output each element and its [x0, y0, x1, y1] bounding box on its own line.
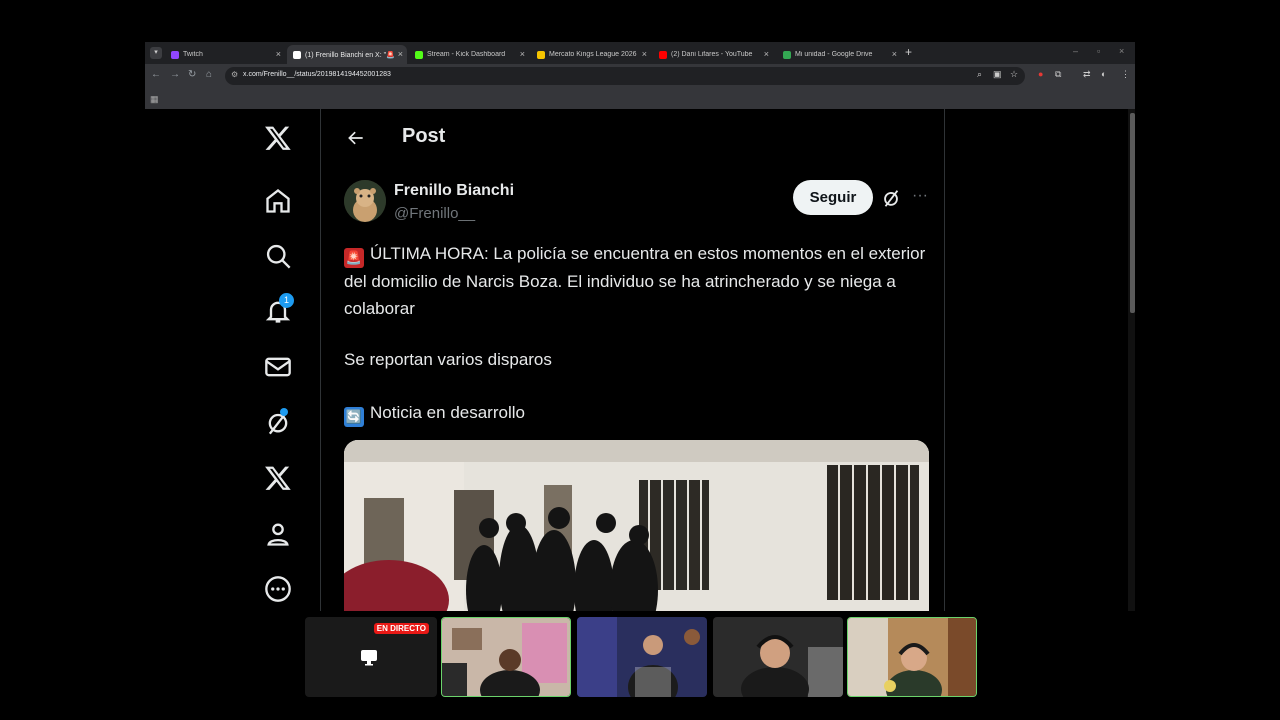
- grok-nav-icon[interactable]: [258, 402, 298, 442]
- reload-icon[interactable]: ↻: [188, 69, 196, 80]
- grok-explain-icon[interactable]: [880, 187, 902, 209]
- kick-icon: [415, 50, 423, 59]
- tab-title: Mercato Kings League 2026 | K: [549, 51, 639, 58]
- extension-red-icon[interactable]: ●: [1038, 69, 1043, 79]
- tab-youtube[interactable]: (2) Dani Lifares - YouTube ×: [653, 45, 773, 64]
- messages-envelope-icon[interactable]: [258, 347, 298, 387]
- post-text-paragraph-3: 🔄 Noticia en desarrollo: [344, 399, 934, 427]
- tab-title: Mi unidad - Google Drive: [795, 51, 873, 58]
- live-badge: EN DIRECTO: [373, 623, 429, 634]
- page-title: Post: [402, 125, 446, 147]
- more-options-icon[interactable]: [258, 569, 298, 609]
- address-bar[interactable]: ⚙ x.com/Frenillo__/status/20198141944520…: [225, 67, 1025, 85]
- menu-kebab-icon[interactable]: ⋮: [1121, 69, 1130, 80]
- tab-strip: ▾ Twitch × (1) Frenillo Bianchi en X: "🚨…: [145, 42, 1135, 64]
- grok-indicator-dot: [280, 408, 288, 416]
- tab-kings-league[interactable]: Mercato Kings League 2026 | K ×: [531, 45, 651, 64]
- refresh-emoji: 🔄: [344, 407, 364, 427]
- back-nav-icon[interactable]: ←: [151, 69, 161, 80]
- browser-toolbar: ← → ↻ ⌂ ⚙ x.com/Frenillo__/status/201981…: [145, 64, 1135, 88]
- explore-search-icon[interactable]: [258, 236, 298, 276]
- extensions-icon[interactable]: ⧉: [1055, 69, 1061, 80]
- youtube-icon: [659, 50, 667, 59]
- apps-grid-icon[interactable]: ▦: [150, 94, 159, 105]
- tab-x-post[interactable]: (1) Frenillo Bianchi en X: "🚨 Ú ×: [287, 45, 407, 64]
- live-screen-tile[interactable]: EN DIRECTO: [305, 617, 437, 697]
- tab-kick[interactable]: Stream - Kick Dashboard ×: [409, 45, 529, 64]
- google-drive-icon: [783, 50, 791, 59]
- close-icon[interactable]: ×: [398, 49, 403, 59]
- post-column: Post Frenillo Bianchi @Frenillo__ Seguir…: [320, 109, 945, 611]
- new-tab-button[interactable]: +: [905, 45, 912, 59]
- tab-title: Stream - Kick Dashboard: [427, 51, 506, 58]
- post-media-image[interactable]: [344, 440, 929, 611]
- zoom-icon[interactable]: ⌕: [977, 69, 982, 80]
- home-icon[interactable]: ⌂: [206, 69, 212, 80]
- tab-title: Twitch: [183, 51, 203, 58]
- tab-title: (2) Dani Lifares - YouTube: [671, 51, 753, 58]
- stream-camera-strip: EN DIRECTO: [305, 617, 977, 697]
- author-name[interactable]: Frenillo Bianchi: [394, 182, 514, 200]
- post-text-line-3: Noticia en desarrollo: [370, 403, 525, 422]
- x-page: 1 Post Frenillo Bianchi @Frenillo__ Segu…: [145, 109, 1135, 611]
- webcam-tile-2[interactable]: [577, 617, 707, 697]
- post-text-line-1: ÚLTIMA HORA: La policía se encuentra en …: [344, 244, 926, 318]
- maximize-icon[interactable]: ▫: [1097, 46, 1100, 56]
- browser-window: ▾ Twitch × (1) Frenillo Bianchi en X: "🚨…: [145, 42, 1135, 109]
- post-text-line-2: Se reportan varios disparos: [344, 350, 552, 369]
- webcam-tile-3[interactable]: [713, 617, 843, 697]
- sidebar-nav: 1: [253, 109, 303, 611]
- close-icon[interactable]: ×: [764, 49, 769, 59]
- more-options-dots-icon[interactable]: ···: [909, 187, 931, 209]
- x-favicon-icon: [293, 50, 301, 59]
- screen-share-icon: [359, 647, 379, 667]
- premium-x-icon[interactable]: [258, 458, 298, 498]
- tab-twitch[interactable]: Twitch ×: [165, 45, 285, 64]
- follow-button[interactable]: Seguir: [793, 180, 873, 215]
- translate-icon[interactable]: ⇄: [1083, 69, 1091, 80]
- tab-google-drive[interactable]: Mi unidad - Google Drive ×: [777, 45, 901, 64]
- forward-nav-icon[interactable]: →: [170, 69, 180, 80]
- bookmark-star-icon[interactable]: ☆: [1010, 69, 1018, 80]
- avatar[interactable]: [344, 180, 386, 222]
- post-text-paragraph-1: 🚨 ÚLTIMA HORA: La policía se encuentra en…: [344, 240, 934, 322]
- close-icon[interactable]: ×: [276, 49, 281, 59]
- siren-emoji: 🚨: [344, 248, 364, 268]
- twitch-icon: [171, 50, 179, 59]
- cast-icon[interactable]: ▣: [993, 69, 1002, 80]
- author-handle[interactable]: @Frenillo__: [394, 205, 475, 222]
- scrollbar-thumb[interactable]: [1130, 113, 1135, 313]
- notifications-bell-icon[interactable]: 1: [258, 291, 298, 331]
- close-icon[interactable]: ×: [642, 49, 647, 59]
- x-logo-icon[interactable]: [258, 118, 298, 158]
- tab-search-icon[interactable]: ▾: [150, 47, 162, 59]
- webcam-tile-4[interactable]: [847, 617, 977, 697]
- notifications-badge: 1: [279, 293, 294, 308]
- profile-nav-icon[interactable]: [258, 514, 298, 554]
- webcam-tile-1[interactable]: [441, 617, 571, 697]
- site-info-icon[interactable]: ⚙: [231, 70, 238, 79]
- bookmarks-bar: ▦: [145, 88, 1135, 109]
- url-text: x.com/Frenillo__/status/2019814194452001…: [243, 71, 391, 78]
- kings-league-icon: [537, 50, 545, 59]
- close-icon[interactable]: ×: [892, 49, 897, 59]
- back-arrow-icon[interactable]: [343, 125, 369, 151]
- minimize-icon[interactable]: –: [1073, 46, 1078, 56]
- close-icon[interactable]: ×: [520, 49, 525, 59]
- home-nav-icon[interactable]: [258, 181, 298, 221]
- profile-icon[interactable]: ◐: [1101, 69, 1106, 79]
- close-window-icon[interactable]: ×: [1119, 46, 1124, 56]
- tab-title: (1) Frenillo Bianchi en X: "🚨 Ú: [305, 51, 395, 59]
